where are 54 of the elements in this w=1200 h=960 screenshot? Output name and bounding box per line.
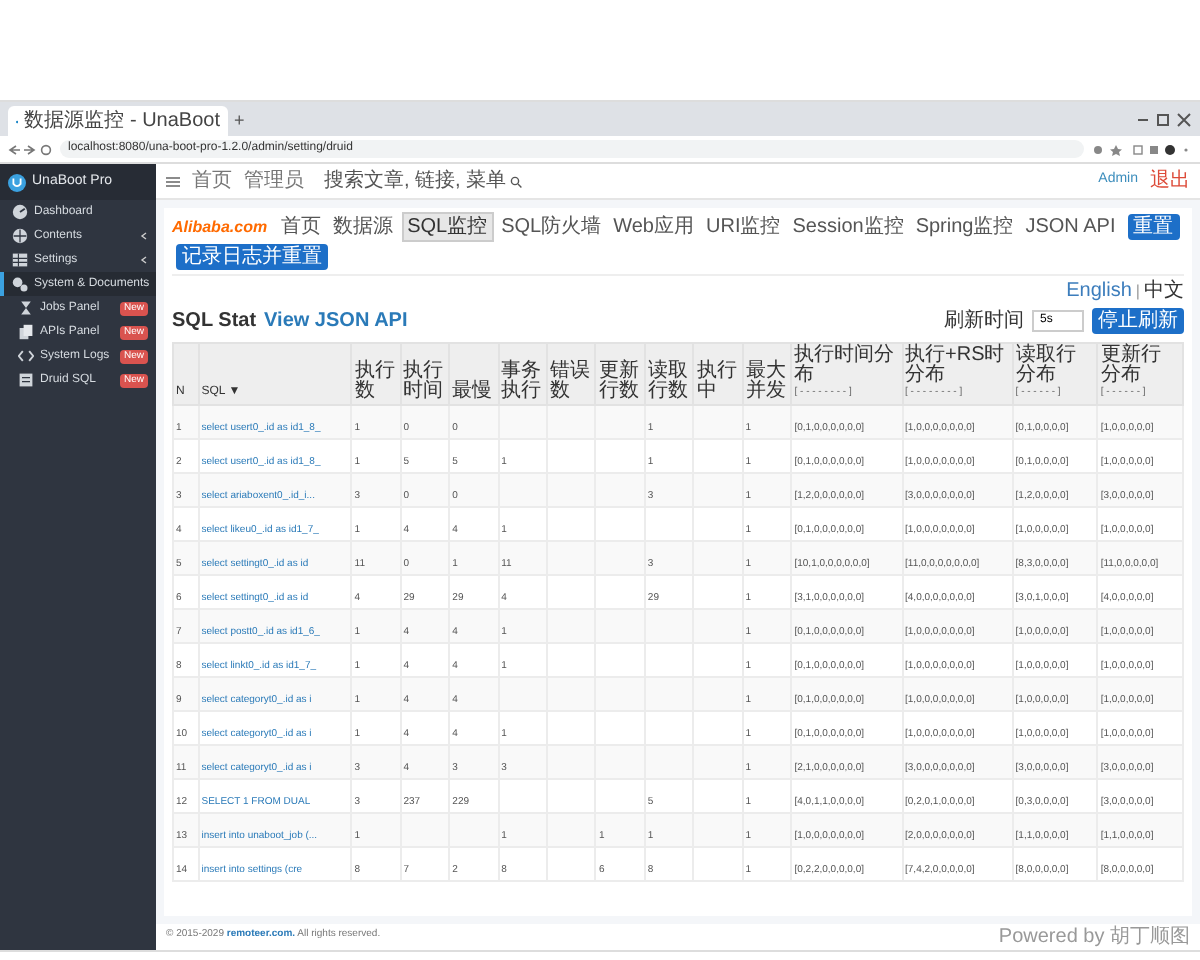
browser-tab[interactable]: 数据源监控 - UnaBoot xyxy=(8,106,228,136)
nav-tab[interactable]: Spring监控 xyxy=(911,214,1018,240)
nav-tab[interactable]: 数据源 xyxy=(329,214,398,240)
nav-tab[interactable]: URI监控 xyxy=(702,214,785,240)
nav-tab[interactable]: Session监控 xyxy=(788,214,908,240)
search-field[interactable]: 搜索文章, 链接, 菜单 xyxy=(324,166,523,196)
database-icon xyxy=(18,372,34,388)
column-header: 执行+RS时分布 xyxy=(905,346,1007,386)
nav-tab[interactable]: Web应用 xyxy=(609,214,698,240)
stop-refresh-button[interactable]: 停止刷新 xyxy=(1092,308,1184,334)
code-icon xyxy=(18,348,34,364)
new-tab-button[interactable]: + xyxy=(234,106,245,136)
language-link[interactable]: English xyxy=(1066,276,1132,306)
chevron-left-icon xyxy=(140,232,148,240)
column-header: 最大并发 xyxy=(745,361,788,401)
alibaba-logo: Alibaba.com xyxy=(172,215,268,239)
nav-tab[interactable]: 首页 xyxy=(277,214,326,240)
language-separator: | xyxy=(1135,279,1140,303)
column-header: 执行时间 xyxy=(403,361,446,401)
logout-link[interactable]: 退出 xyxy=(1150,166,1190,196)
gauge-icon xyxy=(12,204,28,220)
json-api-link[interactable]: View JSON API xyxy=(264,306,408,336)
menu-icon[interactable] xyxy=(166,175,180,187)
column-header: 事务执行 xyxy=(501,361,544,401)
column-header: 读取行分布 xyxy=(1015,346,1078,386)
copy-icon xyxy=(18,324,34,340)
column-header: 执行中 xyxy=(696,361,739,401)
language-link[interactable]: 中文 xyxy=(1144,276,1184,306)
hourglass-icon xyxy=(18,300,34,316)
page-title: SQL Stat xyxy=(172,308,257,336)
search-icon xyxy=(510,175,523,187)
column-header: 更新行数 xyxy=(598,361,641,401)
header-link[interactable]: 管理员 xyxy=(244,166,304,196)
refresh-label: 刷新时间 xyxy=(944,307,1024,336)
globe-icon xyxy=(12,228,28,244)
tab-title: 数据源监控 - UnaBoot xyxy=(24,111,220,131)
nav-tab[interactable]: SQL监控 xyxy=(401,212,494,242)
column-header: 错误数 xyxy=(550,361,593,401)
column-header: 最慢 xyxy=(452,381,495,401)
log-reset-button[interactable]: 记录日志并重置 xyxy=(176,244,328,270)
chevron-left-icon xyxy=(140,256,148,264)
column-header: 读取行数 xyxy=(647,361,690,401)
table-icon xyxy=(12,252,28,268)
logo-icon xyxy=(8,173,26,191)
reset-button[interactable]: 重置 xyxy=(1127,214,1180,240)
nav-tab[interactable]: JSON API xyxy=(1021,214,1120,240)
navigation-icon[interactable] xyxy=(8,143,52,155)
powered-by-text: Powered by 胡丁顺图 xyxy=(998,923,1190,951)
window-controls-icon[interactable] xyxy=(1136,112,1192,128)
column-header: 更新行分布 xyxy=(1100,346,1163,386)
column-header: 执行数 xyxy=(354,361,397,401)
column-header: 执行时间分布 xyxy=(794,346,897,386)
nav-tab[interactable]: SQL防火墙 xyxy=(497,214,606,240)
header-link[interactable]: 首页 xyxy=(192,166,232,196)
